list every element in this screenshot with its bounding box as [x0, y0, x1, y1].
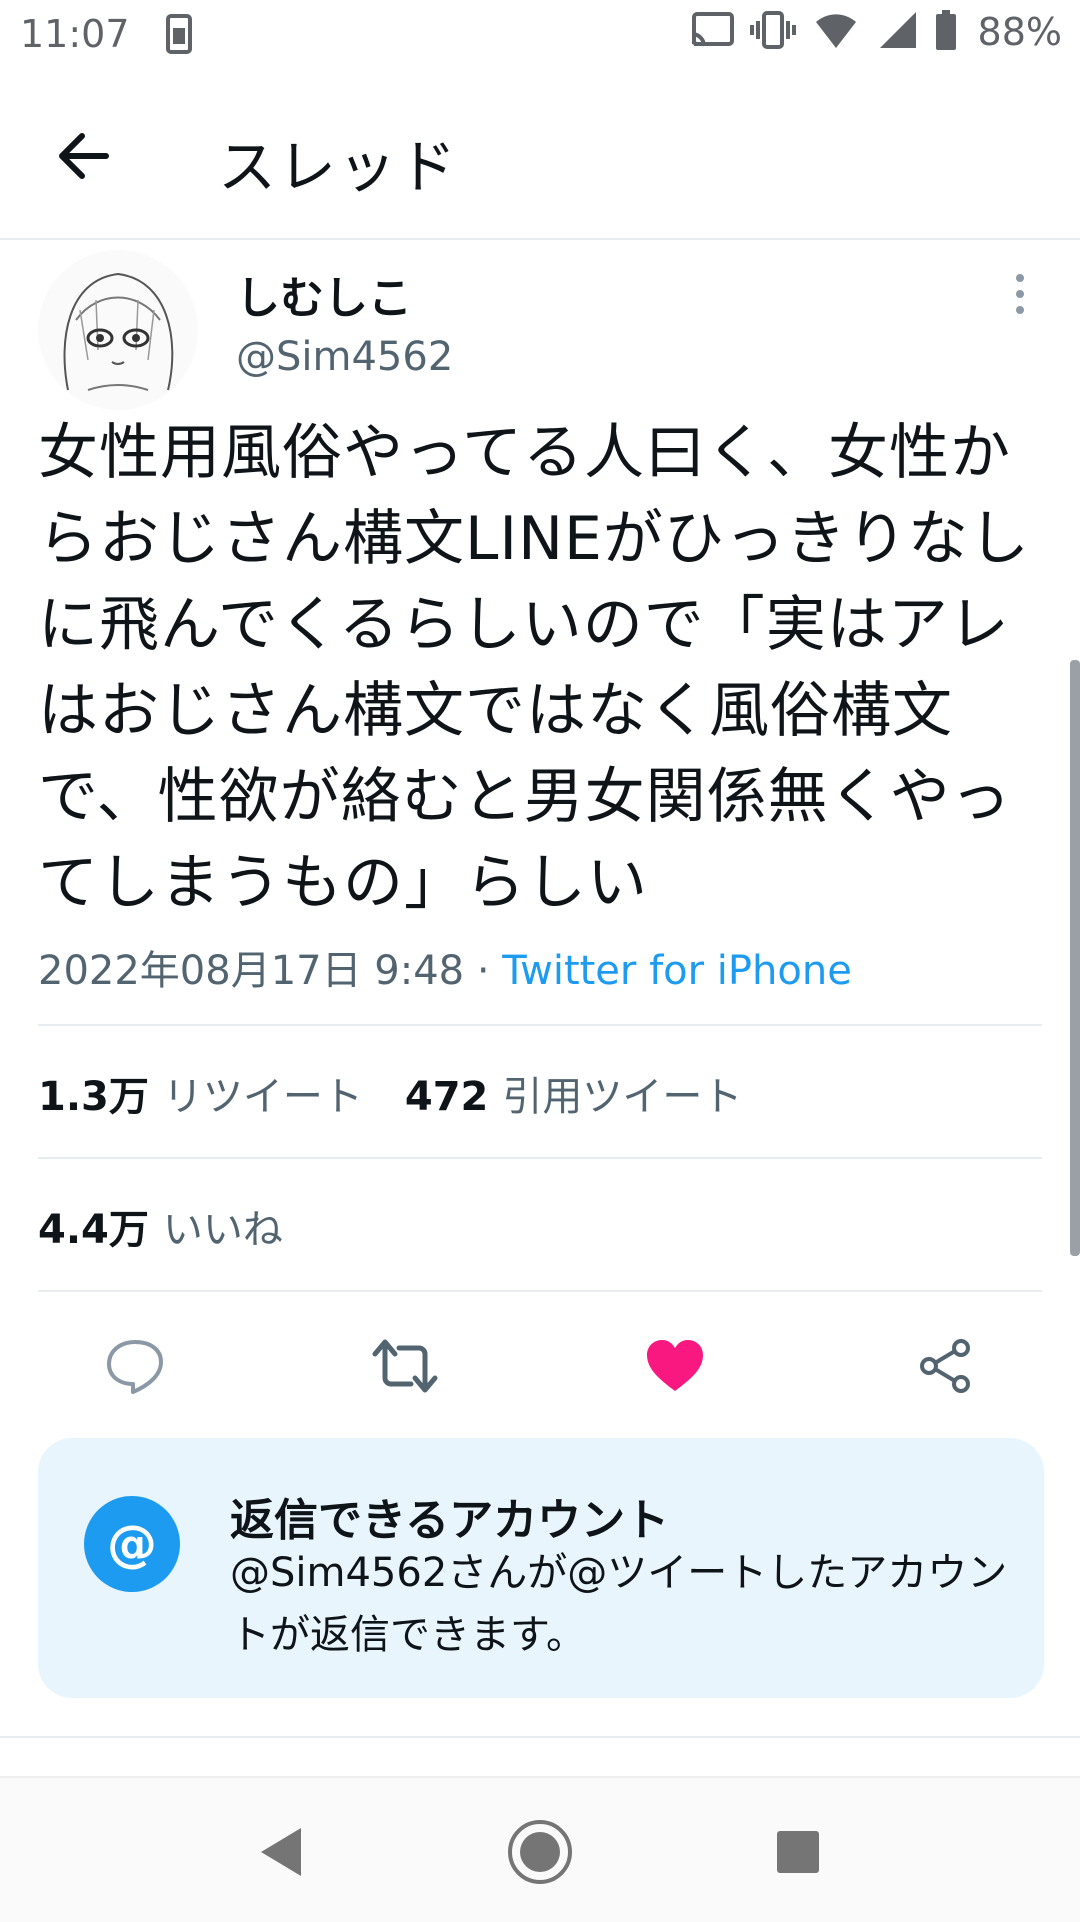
arrow-left-icon — [52, 133, 116, 192]
likes-stat[interactable]: 4.4万 いいね — [38, 1197, 325, 1255]
reply-card-description: @Sim4562さんが@ツイートしたアカウントが返信できます。 — [230, 1550, 1008, 1658]
retweets-label: リツイート — [162, 1074, 363, 1120]
app-header: スレッド — [0, 74, 1080, 240]
system-nav-bar — [0, 1776, 1080, 1922]
at-sign-icon: @ — [84, 1496, 180, 1592]
reply-restriction-card: @ 返信できるアカウント @Sim4562さんが@ツイートしたアカウントが返信で… — [38, 1438, 1044, 1698]
status-bar: 11:07 88% — [0, 0, 1080, 74]
vibrate-icon — [749, 11, 796, 53]
like-button[interactable] — [635, 1328, 715, 1408]
likes-stats-row: 4.4万 いいね — [38, 1197, 325, 1255]
heart-filled-icon — [645, 1339, 705, 1397]
share-button[interactable] — [905, 1328, 985, 1408]
retweet-button[interactable] — [365, 1328, 445, 1408]
user-handle[interactable]: @Sim4562 — [236, 334, 453, 380]
cast-icon — [690, 12, 734, 52]
retweet-icon — [371, 1338, 439, 1398]
status-icons: 88% — [690, 10, 1062, 54]
divider — [0, 1736, 1080, 1738]
tweet-timestamp[interactable]: 2022年08月17日 9:48 — [38, 948, 464, 994]
more-vertical-icon — [1002, 274, 1038, 320]
nav-back-button[interactable] — [240, 1814, 320, 1894]
meta-separator: · — [464, 948, 503, 994]
wifi-icon — [812, 10, 862, 54]
quotes-label: 引用ツイート — [502, 1074, 743, 1120]
nav-recents-icon — [775, 1829, 821, 1879]
reply-card-title: 返信できるアカウント — [230, 1495, 670, 1546]
signal-icon — [878, 10, 918, 54]
likes-label: いいね — [162, 1207, 283, 1253]
sim-card-icon — [166, 14, 192, 58]
nav-home-button[interactable] — [500, 1814, 580, 1894]
nav-recents-button[interactable] — [758, 1814, 838, 1894]
avatar[interactable] — [38, 250, 198, 410]
likes-count: 4.4万 — [38, 1207, 149, 1253]
tweet-source[interactable]: Twitter for iPhone — [502, 948, 852, 994]
divider — [38, 1290, 1042, 1292]
battery-icon — [934, 10, 958, 54]
back-button[interactable] — [52, 124, 116, 188]
scrollbar[interactable] — [1070, 660, 1080, 1256]
nav-back-icon — [255, 1824, 305, 1884]
nav-home-icon — [506, 1818, 574, 1890]
page-title: スレッド — [218, 133, 459, 201]
quotes-count: 472 — [404, 1074, 489, 1120]
tweet-action-bar — [0, 1328, 1080, 1408]
more-options-button[interactable] — [1002, 272, 1038, 316]
share-icon — [915, 1336, 975, 1400]
retweets-stat[interactable]: 1.3万 リツイート — [38, 1064, 405, 1122]
divider — [38, 1024, 1042, 1026]
reply-icon — [105, 1338, 165, 1398]
battery-percent: 88% — [977, 10, 1062, 54]
reply-button[interactable] — [95, 1328, 175, 1408]
quotes-stat[interactable]: 472 引用ツイート — [405, 1064, 785, 1122]
display-name[interactable]: しむしこ — [236, 262, 412, 326]
tweet-text: 女性用風俗やってる人曰く、女性からおじさん構文LINEがひっきりなしに飛んでくる… — [38, 418, 1030, 918]
retweets-count: 1.3万 — [38, 1074, 149, 1120]
tweet-meta: 2022年08月17日 9:48 · Twitter for iPhone — [38, 938, 852, 996]
retweet-stats-row: 1.3万 リツイート 472 引用ツイート — [38, 1064, 784, 1122]
divider — [38, 1157, 1042, 1159]
status-time: 11:07 — [20, 12, 130, 56]
